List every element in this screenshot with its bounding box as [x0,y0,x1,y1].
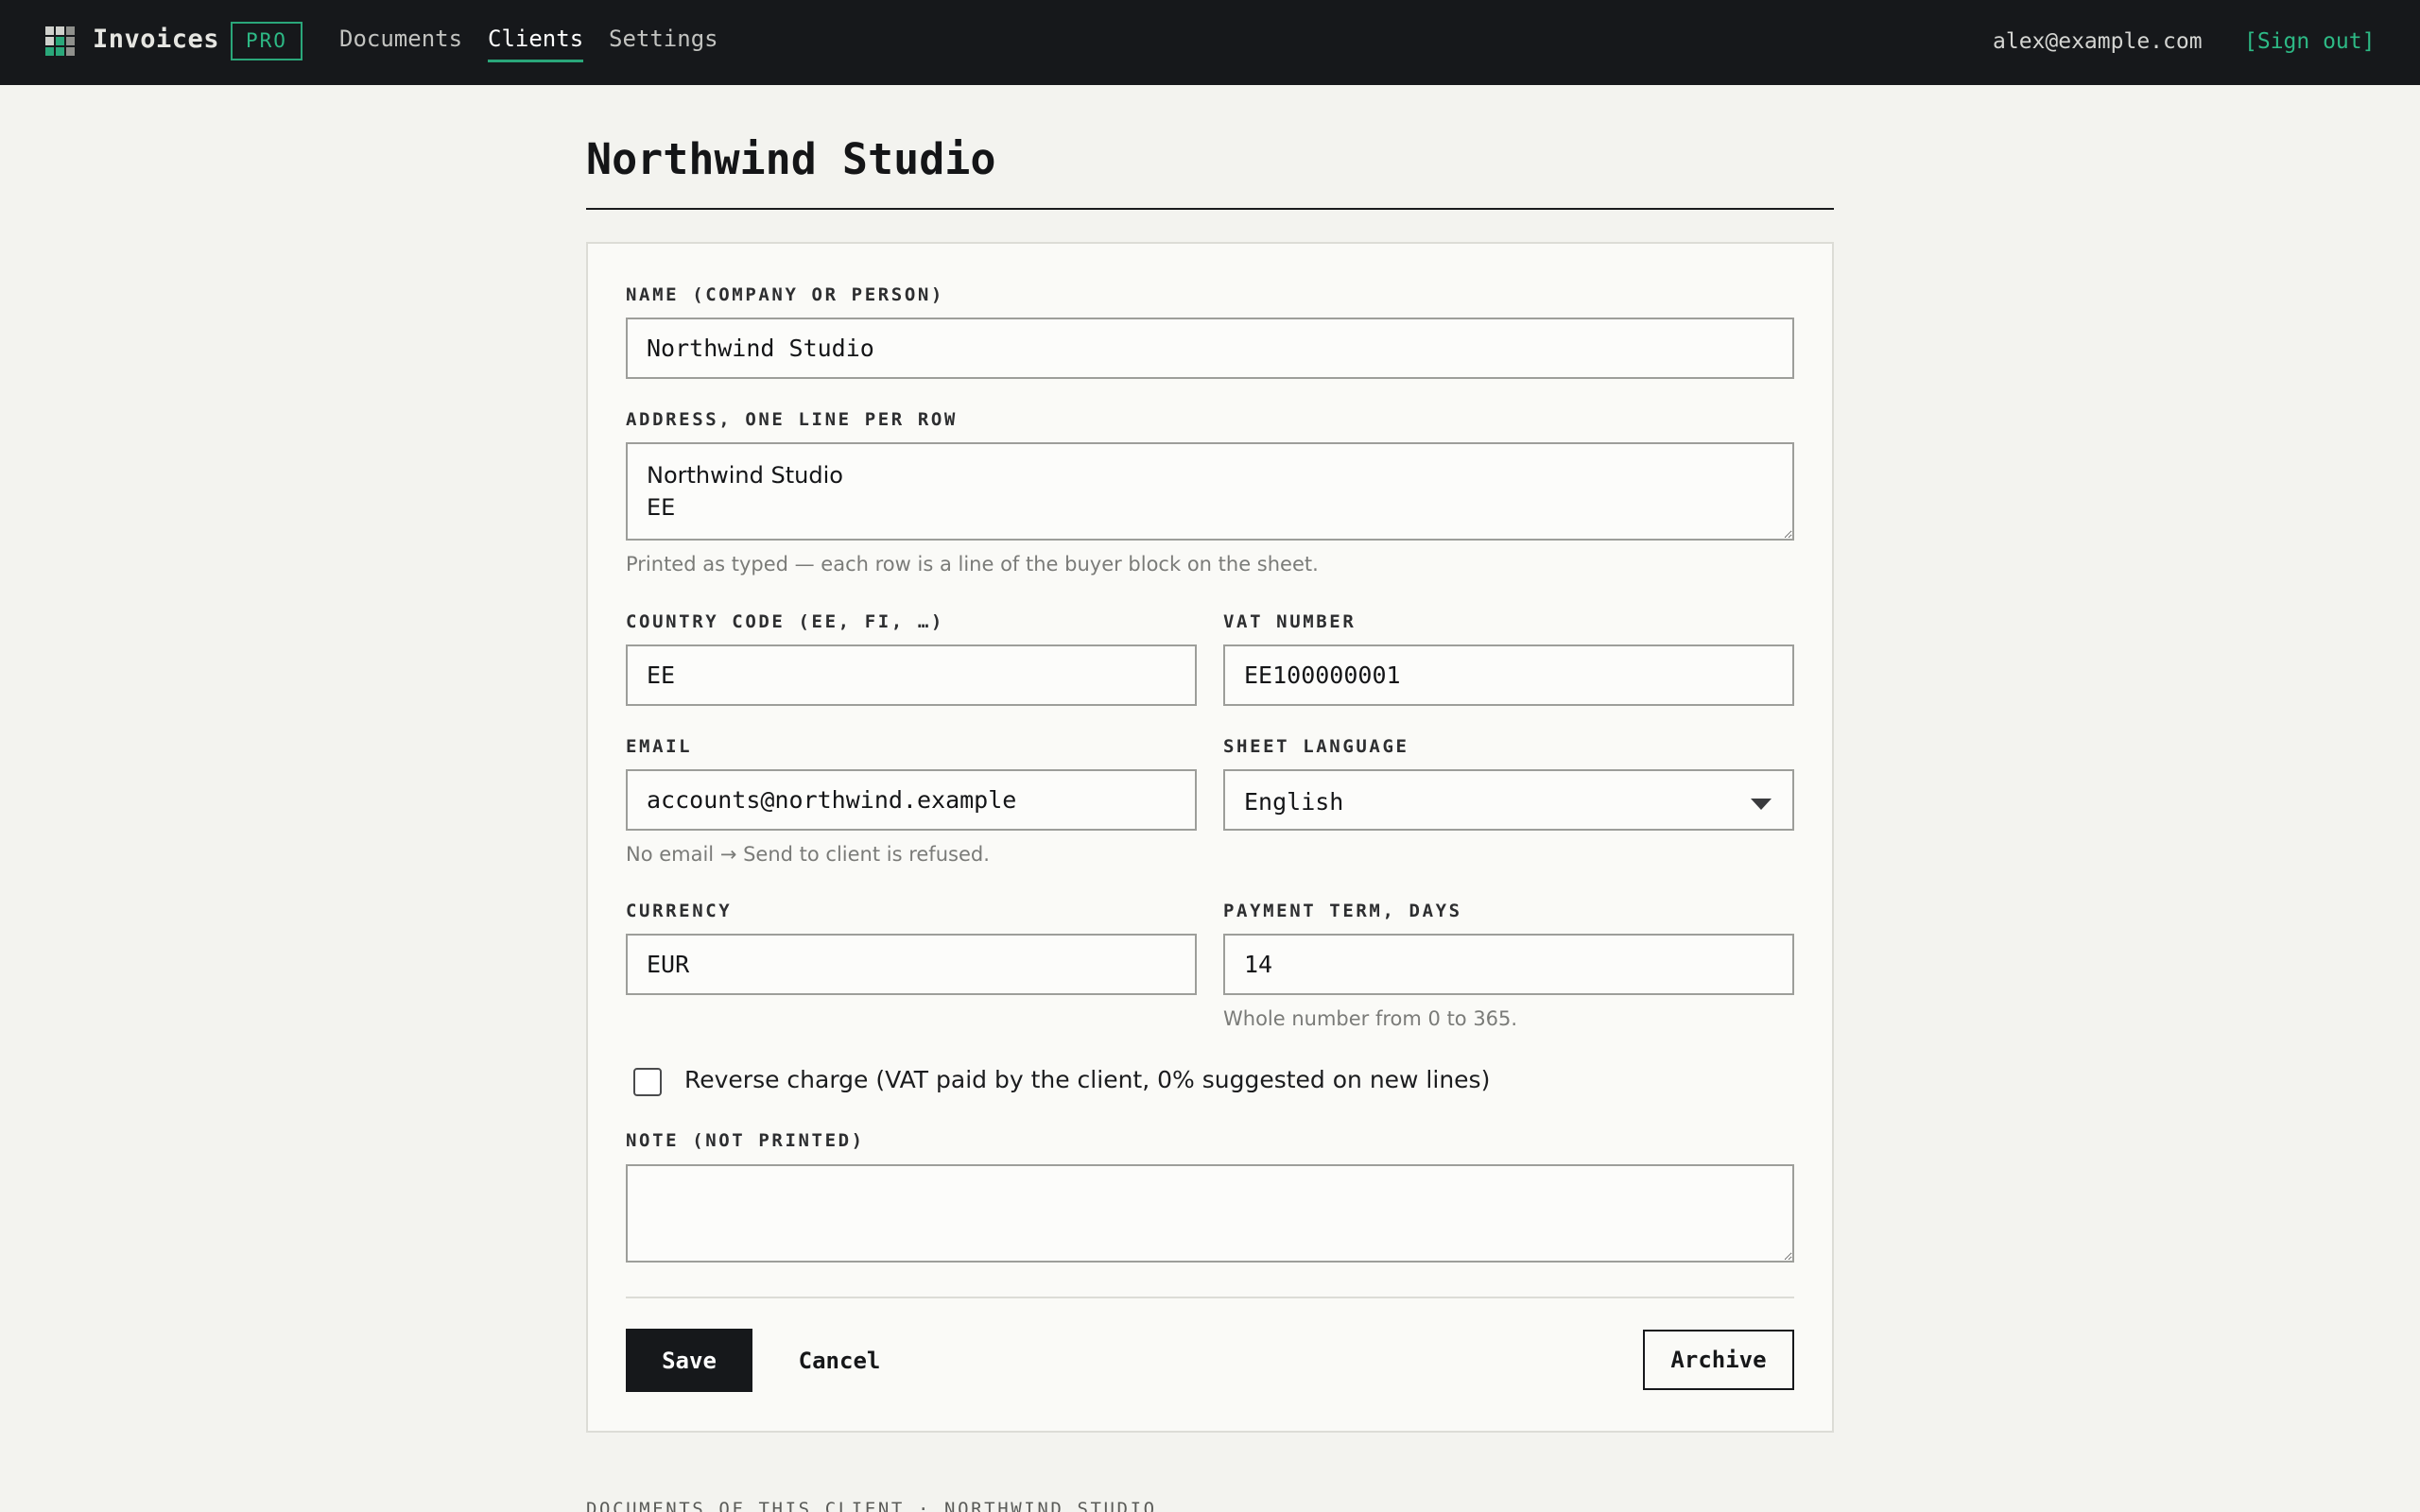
title-divider [586,208,1834,210]
country-label: COUNTRY CODE (EE, FI, …) [626,611,944,632]
save-button[interactable]: Save [626,1329,752,1392]
name-label: NAME (COMPANY OR PERSON) [626,284,944,305]
payment-term-hint: Whole number from 0 to 365. [1223,1007,1518,1030]
address-hint: Printed as typed — each row is a line of… [626,553,1319,576]
language-label: SHEET LANGUAGE [1223,736,1409,757]
client-documents-heading: DOCUMENTS OF THIS CLIENT · NORTHWIND STU… [586,1499,1157,1512]
app-brand: Invoices [93,25,220,54]
sheet-language-value: English [1244,788,1344,816]
vat-label: VAT NUMBER [1223,611,1357,632]
currency-label: CURRENCY [626,901,733,921]
grid-icon [45,26,75,56]
reverse-charge-label[interactable]: Reverse charge (VAT paid by the client, … [684,1066,1490,1093]
nav-settings[interactable]: Settings [609,26,718,52]
note-label: NOTE (NOT PRINTED) [626,1130,865,1151]
cancel-button[interactable]: Cancel [781,1329,898,1392]
archive-button[interactable]: Archive [1643,1330,1794,1390]
sign-out-link[interactable]: [Sign out] [2244,29,2375,54]
address-label: ADDRESS, ONE LINE PER ROW [626,409,958,430]
payment-term-input[interactable] [1223,934,1794,995]
page-title: Northwind Studio [586,134,996,184]
email-label: EMAIL [626,736,693,757]
nav-clients[interactable]: Clients [488,26,584,62]
note-textarea[interactable] [626,1164,1794,1263]
vat-number-input[interactable] [1223,644,1794,706]
chevron-down-icon [1751,799,1772,810]
sheet-language-select[interactable]: English [1223,769,1794,831]
name-input[interactable] [626,318,1794,379]
email-hint: No email → Send to client is refused. [626,843,990,866]
payment-term-label: PAYMENT TERM, DAYS [1223,901,1462,921]
reverse-charge-checkbox[interactable] [633,1068,662,1096]
actions-divider [626,1297,1794,1298]
top-bar: Invoices PRO Documents Clients Settings … [0,0,2420,85]
user-email: alex@example.com [1993,29,2203,54]
nav-documents[interactable]: Documents [339,26,462,52]
plan-badge: PRO [231,22,302,60]
email-input[interactable] [626,769,1197,831]
address-textarea[interactable] [626,442,1794,541]
country-code-input[interactable] [626,644,1197,706]
currency-input[interactable] [626,934,1197,995]
